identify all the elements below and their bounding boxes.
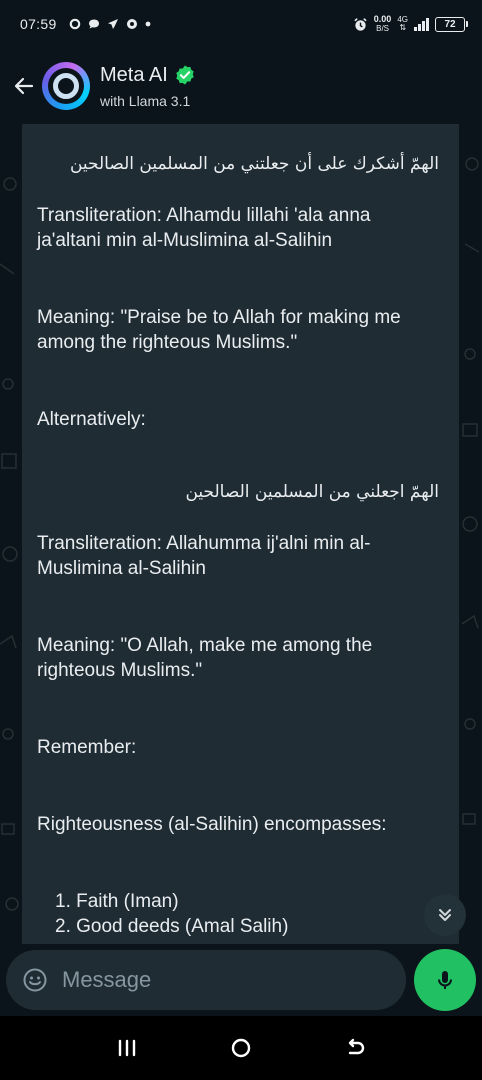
back-arrow-icon (14, 77, 34, 95)
network-speed: 0.00 B/S (373, 14, 392, 34)
ai-message-bubble[interactable]: الهمّ أشكرك على أن جعلتني من المسلمين ال… (22, 124, 459, 944)
status-right: 0.00 B/S 4G ⇅ 72 (353, 15, 468, 33)
status-bar: 07:59 0.00 B/S 4G ⇅ 72 (0, 0, 482, 48)
network-speed-unit: B/S (376, 24, 390, 33)
meta-ai-logo-icon (53, 73, 79, 99)
notification-o-icon (69, 18, 80, 30)
system-navigation-bar (0, 1016, 482, 1080)
input-bar: Message (0, 944, 482, 1016)
message-list: 1. Faith (Iman) 2. Good deeds (Amal Sali… (37, 889, 439, 939)
recent-apps-button[interactable] (107, 1028, 147, 1068)
home-button[interactable] (221, 1028, 261, 1068)
message-alternatively: Alternatively: (37, 409, 146, 430)
notification-icons (69, 18, 151, 30)
message-input[interactable]: Message (6, 950, 406, 1010)
data-arrows-icon: ⇅ (399, 23, 407, 32)
scroll-to-bottom-button[interactable] (424, 894, 466, 936)
signal-strength-icon (414, 17, 429, 31)
list-item: 2. Good deeds (Amal Salih) (55, 916, 289, 937)
battery-icon: 72 (435, 16, 468, 32)
verified-badge-icon (176, 65, 194, 85)
contact-info[interactable]: Meta AI with Llama 3.1 (100, 64, 196, 109)
chat-header: Meta AI with Llama 3.1 (0, 48, 482, 124)
message-meaning-1: Meaning: "Praise be to Allah for making … (37, 307, 401, 353)
back-nav-button[interactable] (335, 1028, 375, 1068)
voice-message-button[interactable] (414, 949, 476, 1011)
double-chevron-down-icon (439, 909, 451, 921)
message-transliteration-2: Transliteration: Allahumma ij'alni min a… (37, 533, 371, 579)
more-notifications-dot-icon (145, 21, 150, 27)
back-nav-icon (348, 1038, 365, 1055)
network-type: 4G ⇅ (397, 16, 408, 32)
back-button[interactable] (8, 66, 40, 106)
chat-area[interactable]: الهمّ أشكرك على أن جعلتني من المسلمين ال… (0, 124, 482, 944)
emoji-icon[interactable] (22, 967, 48, 993)
chrome-icon (126, 19, 137, 29)
recent-apps-icon (118, 1039, 136, 1057)
message-arabic-1: الهمّ أشكرك على أن جعلتني من المسلمين ال… (69, 154, 439, 174)
message-remember: Remember: (37, 737, 137, 758)
contact-name: Meta AI (100, 63, 168, 86)
battery-level: 72 (444, 18, 456, 30)
message-meaning-2: Meaning: "O Allah, make me among the rig… (37, 635, 373, 681)
chat-bubble-icon (88, 19, 99, 29)
home-circle-icon (231, 1038, 251, 1058)
message-arabic-2: الهمّ اجعلني من المسلمين الصالحين (185, 482, 439, 502)
message-righteousness: Righteousness (al-Salihin) encompasses: (37, 814, 387, 835)
telegram-icon (107, 19, 118, 29)
status-left: 07:59 (20, 16, 151, 32)
contact-subtitle: with Llama 3.1 (100, 92, 191, 109)
message-placeholder: Message (62, 967, 152, 992)
message-transliteration-1: Transliteration: Alhamdu lillahi 'ala an… (37, 205, 371, 251)
microphone-icon (438, 971, 452, 989)
avatar[interactable] (42, 62, 90, 110)
alarm-icon (354, 17, 367, 31)
network-speed-value: 0.00 (373, 14, 392, 24)
status-time: 07:59 (20, 16, 57, 32)
list-item: 1. Faith (Iman) (55, 891, 179, 912)
